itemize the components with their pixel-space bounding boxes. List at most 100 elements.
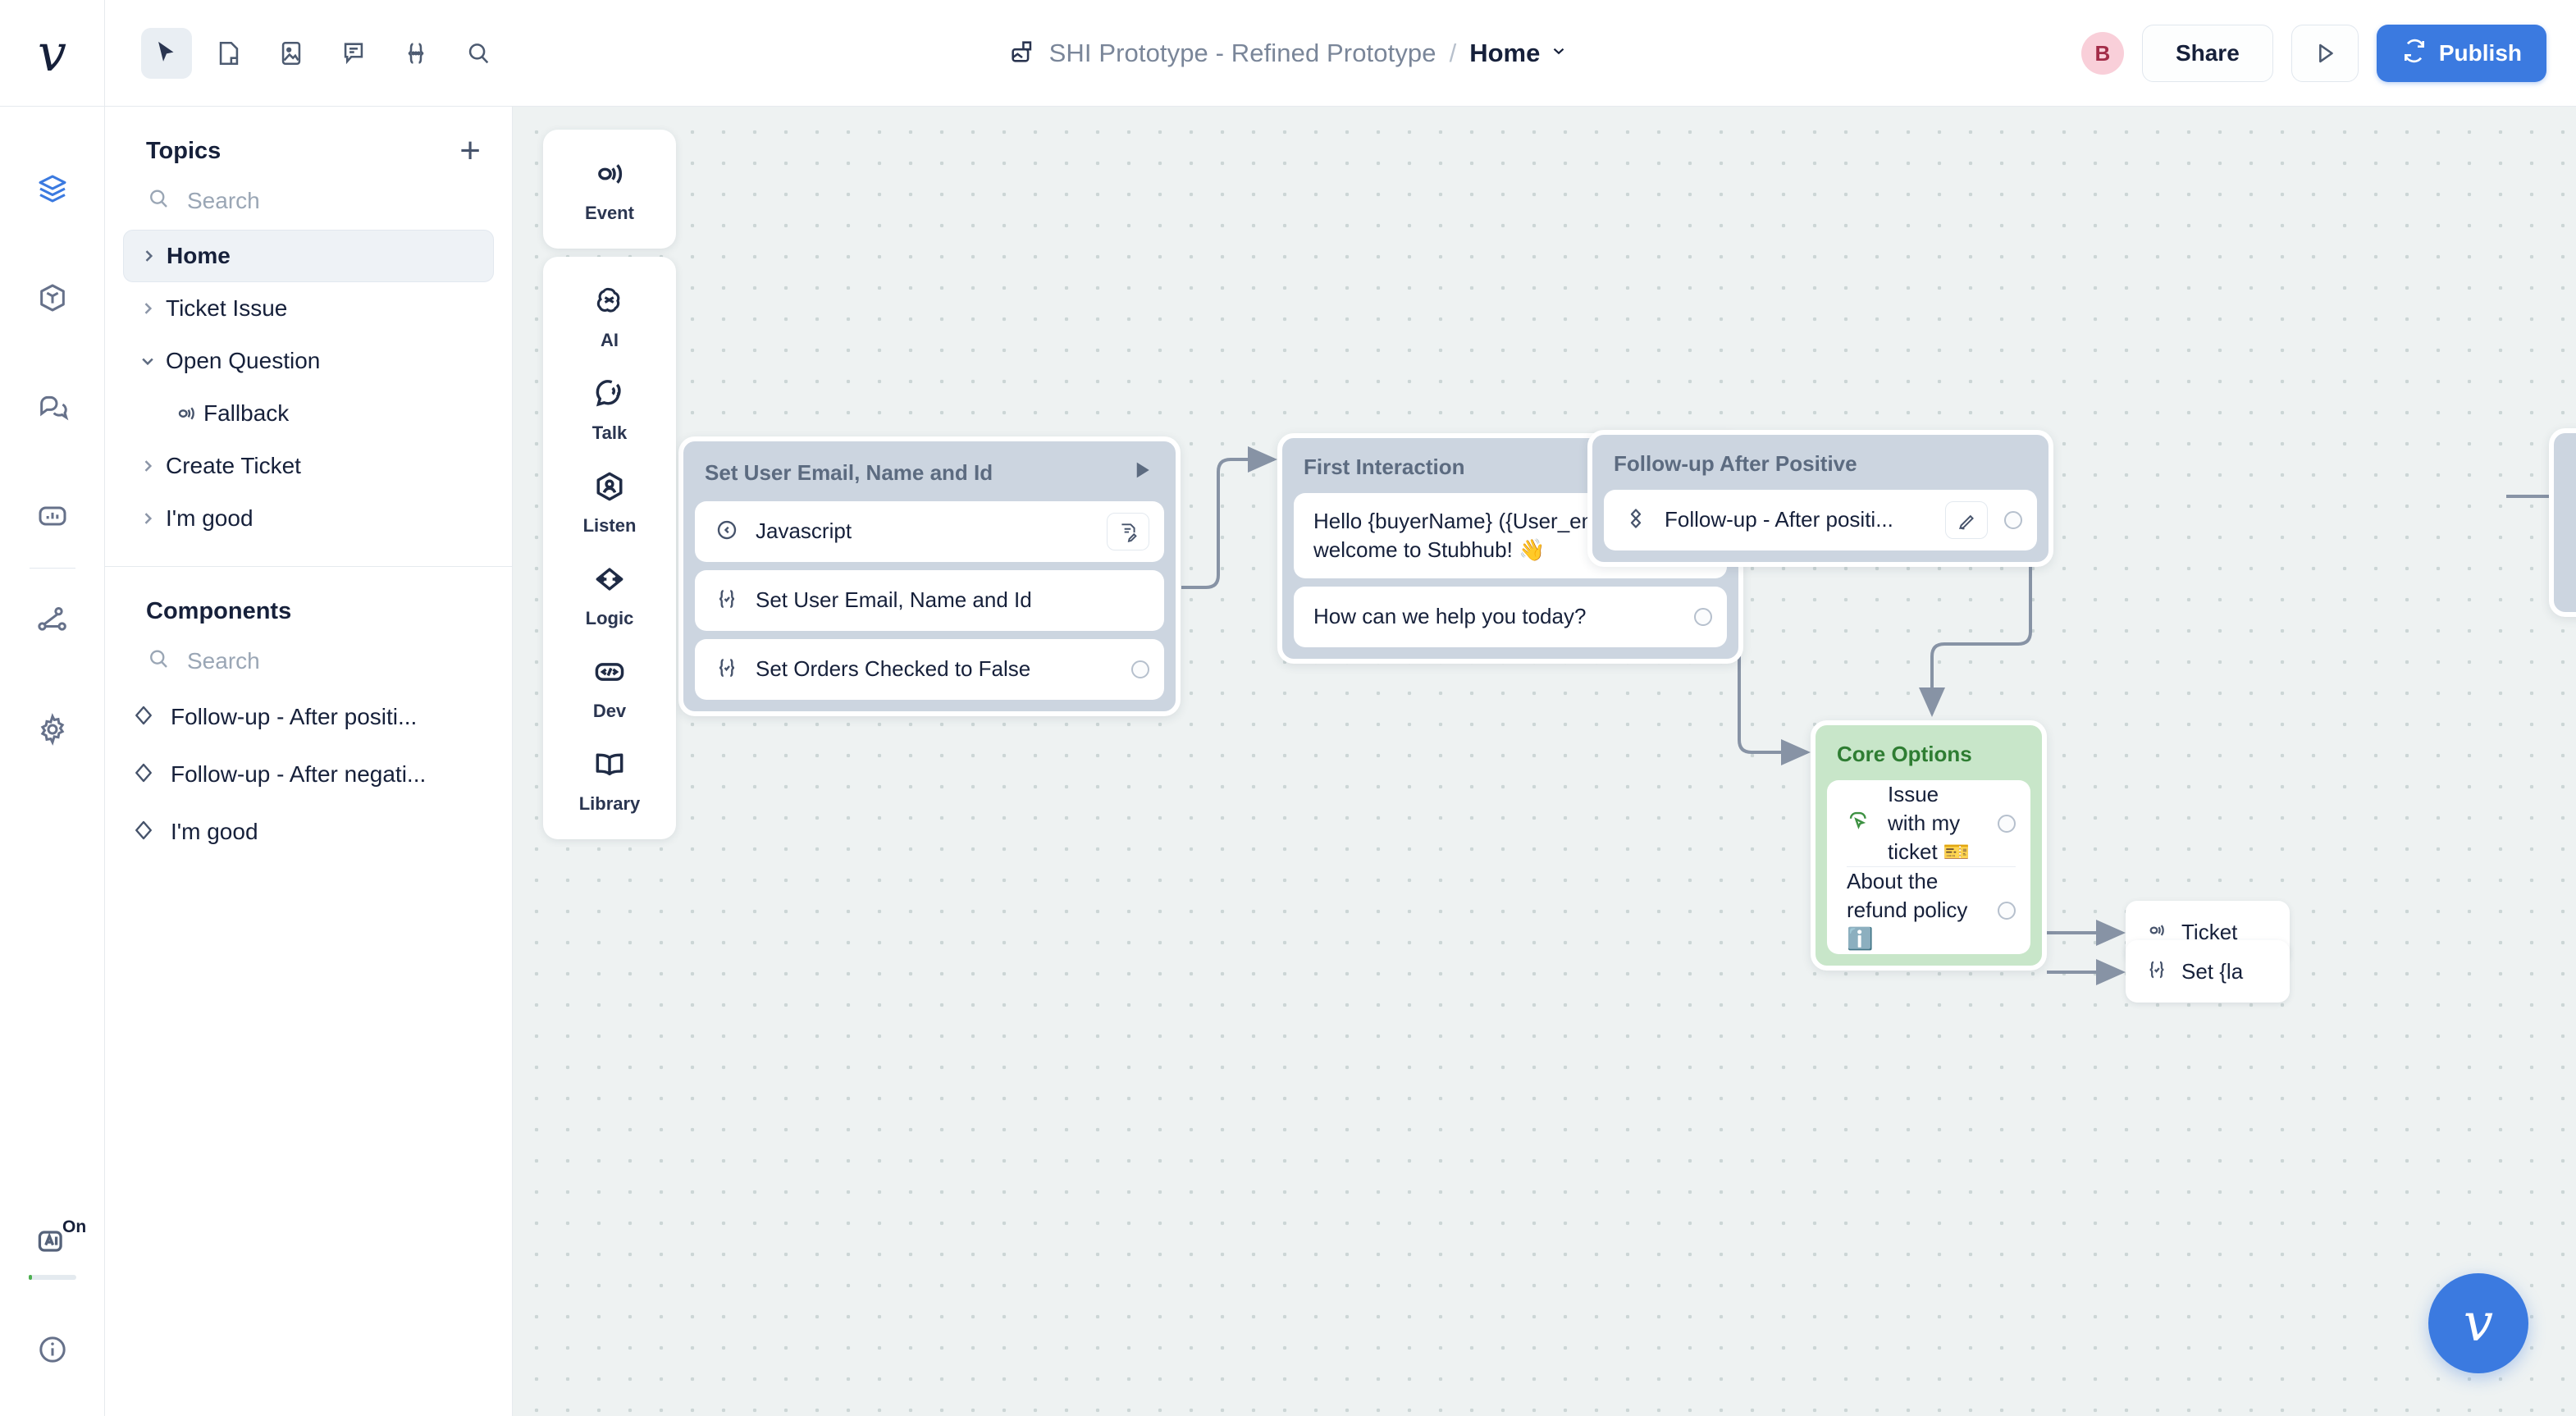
chevron-right-icon[interactable] xyxy=(130,458,166,474)
comment-tool[interactable] xyxy=(328,28,379,79)
chevron-down-icon[interactable] xyxy=(1550,42,1568,65)
chevron-down-icon[interactable] xyxy=(130,353,166,369)
image-tool[interactable] xyxy=(266,28,317,79)
voiceflow-logo-glyph: v xyxy=(37,22,67,83)
run-prototype-button[interactable] xyxy=(2291,25,2359,82)
node-row-set-user-email[interactable]: Set User Email, Name and Id xyxy=(695,570,1164,631)
list-item[interactable]: I'm good xyxy=(123,803,494,861)
node-row-label: Set {la xyxy=(2181,958,2244,984)
sidebar-item-integrations[interactable] xyxy=(0,593,105,647)
components-search-input[interactable]: Search xyxy=(105,625,512,683)
set-variable-icon xyxy=(2145,958,2168,985)
palette-label: Talk xyxy=(591,423,628,443)
chevron-right-icon[interactable] xyxy=(130,300,166,317)
flow-node-core-options[interactable]: Core Options Issue with my ticket 🎫 Abou… xyxy=(1811,720,2047,971)
add-topic-button[interactable]: + xyxy=(459,132,481,169)
sidebar-item-home[interactable]: Home xyxy=(123,230,494,282)
node-row-how-can-we-help[interactable]: How can we help you today? xyxy=(1294,587,1727,647)
component-label: I'm good xyxy=(171,819,258,844)
node-output-port[interactable] xyxy=(1998,901,2016,920)
palette-group-event: Event xyxy=(543,130,676,249)
sidebar-item-im-good[interactable]: I'm good xyxy=(123,492,494,545)
chevron-right-icon[interactable] xyxy=(130,510,166,527)
sidebar-item-fallback[interactable]: Fallback xyxy=(123,387,494,440)
voiceflow-assistant-fab[interactable]: v xyxy=(2428,1273,2528,1373)
publish-button[interactable]: Publish xyxy=(2376,25,2546,82)
node-row-label: Javascript xyxy=(756,518,852,544)
topic-label: Create Ticket xyxy=(166,453,301,478)
topics-panel: Topics + Search Home Ticket Issue Open Q… xyxy=(105,107,513,1416)
palette-label: AI xyxy=(601,330,619,350)
project-icon xyxy=(1008,38,1036,70)
node-row-label: Set Orders Checked to False xyxy=(756,656,1031,682)
sidebar-item-components[interactable] xyxy=(0,271,105,325)
ai-assist-toggle[interactable]: On xyxy=(0,1213,105,1270)
breadcrumb-project[interactable]: SHI Prototype - Refined Prototype xyxy=(1049,39,1436,68)
palette-item-event[interactable]: Event xyxy=(543,143,676,235)
sticky-note-tool[interactable] xyxy=(203,28,254,79)
node-row-set-orders-checked[interactable]: Set Orders Checked to False xyxy=(695,639,1164,700)
flow-canvas[interactable]: Event AI Talk Listen Logic Dev Library S… xyxy=(513,107,2576,1416)
listen-person-icon xyxy=(591,468,628,509)
topics-search-input[interactable]: Search xyxy=(105,165,512,223)
chevron-right-icon[interactable] xyxy=(130,248,167,264)
node-row-label: Issue with my ticket 🎫 xyxy=(1888,782,1971,865)
flow-node-follow-up-after-positive[interactable]: Follow-up After Positive Follow-up - Aft… xyxy=(1587,430,2053,567)
sidebar-item-ticket-issue[interactable]: Ticket Issue xyxy=(123,282,494,335)
publish-label: Publish xyxy=(2438,40,2522,66)
logic-arrows-icon xyxy=(591,561,628,601)
topics-tree: Home Ticket Issue Open Question Fallback xyxy=(105,223,512,545)
flow-node-partial-right[interactable] xyxy=(2549,428,2576,617)
list-item[interactable]: Follow-up - After positi... xyxy=(123,688,494,746)
sidebar-item-analytics[interactable] xyxy=(0,489,105,543)
node-row-issue-with-ticket[interactable]: Issue with my ticket 🎫 xyxy=(1847,780,2016,866)
topics-title: Topics xyxy=(146,138,222,164)
sidebar-item-layers[interactable] xyxy=(0,162,105,216)
palette-item-ai[interactable]: AI xyxy=(543,270,676,363)
node-output-port[interactable] xyxy=(1694,608,1712,626)
set-variable-icon xyxy=(715,587,739,615)
search-tool[interactable] xyxy=(453,28,504,79)
node-row-label: Follow-up - After positi... xyxy=(1665,507,1893,532)
component-diamond-icon xyxy=(131,761,156,789)
edit-script-icon[interactable] xyxy=(1107,513,1149,550)
play-filled-icon[interactable] xyxy=(1130,458,1154,488)
palette-item-library[interactable]: Library xyxy=(543,733,676,826)
search-icon xyxy=(146,186,171,215)
sidebar-item-settings[interactable] xyxy=(0,702,105,756)
node-row-follow-up-component[interactable]: Follow-up - After positi... xyxy=(1604,490,2037,550)
node-output-port[interactable] xyxy=(1131,660,1149,678)
node-row-about-refund-policy[interactable]: About the refund policy ℹ️ xyxy=(1847,866,2016,953)
palette-item-logic[interactable]: Logic xyxy=(543,548,676,641)
pencil-icon[interactable] xyxy=(1945,501,1988,539)
component-label: Follow-up - After negati... xyxy=(171,761,427,787)
palette-item-dev[interactable]: Dev xyxy=(543,641,676,733)
list-item[interactable]: Follow-up - After negati... xyxy=(123,746,494,803)
flow-node-set-user-email[interactable]: Set User Email, Name and Id Javascript S… xyxy=(678,436,1181,716)
components-search-placeholder: Search xyxy=(187,647,260,674)
variable-tool[interactable] xyxy=(391,28,441,79)
palette-label: Library xyxy=(578,793,641,814)
palette-label: Listen xyxy=(582,515,637,536)
sidebar-item-create-ticket[interactable]: Create Ticket xyxy=(123,440,494,492)
breadcrumb-current[interactable]: Home xyxy=(1469,39,1540,68)
flow-node-set-last-partial[interactable]: Set {la xyxy=(2126,940,2290,1003)
topic-label: Fallback xyxy=(203,400,290,426)
node-row-javascript[interactable]: Javascript xyxy=(695,501,1164,562)
sidebar-item-conversations[interactable] xyxy=(0,380,105,434)
palette-item-listen[interactable]: Listen xyxy=(543,455,676,548)
connector-edges xyxy=(599,446,2551,985)
set-variable-icon xyxy=(715,655,739,684)
javascript-icon xyxy=(715,518,739,546)
avatar[interactable]: B xyxy=(2080,32,2124,75)
node-output-port[interactable] xyxy=(1998,814,2016,833)
code-icon xyxy=(591,654,628,694)
info-button[interactable] xyxy=(0,1322,105,1377)
sidebar-item-open-question[interactable]: Open Question xyxy=(123,335,494,387)
cursor-tool[interactable] xyxy=(141,27,192,79)
share-button[interactable]: Share xyxy=(2141,25,2273,82)
palette-item-talk[interactable]: Talk xyxy=(543,363,676,455)
node-output-port[interactable] xyxy=(2004,511,2022,529)
book-icon xyxy=(591,747,628,787)
voiceflow-logo[interactable]: v xyxy=(0,0,105,107)
